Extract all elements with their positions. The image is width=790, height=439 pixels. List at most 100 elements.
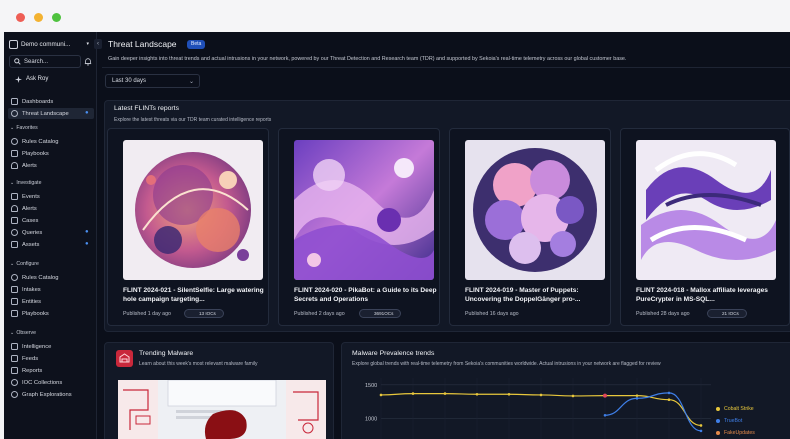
- sidebar-item-label: Rules Catalog: [22, 274, 59, 281]
- sidebar-item-ioc-collections[interactable]: IOC Collections: [8, 377, 94, 388]
- beta-badge: Beta: [187, 40, 206, 49]
- intake-icon: [11, 286, 18, 293]
- data-point[interactable]: [379, 393, 383, 397]
- sidebar-item-graph-explorations[interactable]: Graph Explorations: [8, 389, 94, 400]
- ioc-count-badge[interactable]: 21 IOCs: [707, 309, 747, 318]
- legend-item-fakeupdates[interactable]: FakeUpdates: [716, 430, 755, 436]
- sidebar-item-alerts[interactable]: Alerts: [8, 160, 94, 171]
- minimize-window-button[interactable]: [34, 13, 43, 22]
- search-input[interactable]: Search...: [9, 55, 81, 68]
- report-title: FLINT 2024-020 - PikaBot: a Guide to its…: [294, 287, 437, 303]
- data-point[interactable]: [443, 392, 447, 395]
- sidebar-item-playbooks-2[interactable]: Playbooks: [8, 308, 94, 319]
- group-configure[interactable]: ⌄ Configure: [10, 261, 39, 267]
- sidebar-item-label: Intakes: [22, 286, 41, 293]
- data-point[interactable]: [411, 392, 415, 395]
- sidebar-item-label: Queries: [22, 229, 43, 236]
- data-point[interactable]: [699, 429, 703, 433]
- sidebar-item-label: Alerts: [22, 162, 37, 169]
- globe-icon: [11, 110, 18, 117]
- alert-icon: [11, 162, 18, 169]
- flagged-data-point[interactable]: [603, 393, 607, 398]
- sidebar-item-reports[interactable]: Reports: [8, 365, 94, 376]
- collapse-sidebar-button[interactable]: ‹: [94, 39, 102, 49]
- workspace-logo-icon: [9, 39, 18, 49]
- sidebar-item-assets[interactable]: Assets ●: [8, 239, 94, 250]
- data-point[interactable]: [507, 392, 511, 396]
- legend-dot: [716, 431, 720, 435]
- data-point[interactable]: [635, 394, 639, 397]
- sidebar-item-feeds[interactable]: Feeds: [8, 353, 94, 364]
- sidebar-item-intelligence[interactable]: Intelligence: [8, 341, 94, 352]
- report-title: FLINT 2024-018 - Mallox affiliate levera…: [636, 287, 768, 303]
- sidebar-item-cases[interactable]: Cases: [8, 215, 94, 226]
- group-title: Configure: [16, 261, 39, 267]
- legend-label: TrueBot: [724, 418, 743, 424]
- ioc-count-badge[interactable]: 3691OCs: [359, 309, 402, 318]
- sidebar-item-intakes[interactable]: Intakes: [8, 284, 94, 295]
- legend-item-truebot[interactable]: TrueBot: [716, 418, 742, 424]
- data-point[interactable]: [475, 392, 479, 396]
- ask-roy-button[interactable]: Ask Roy: [9, 73, 93, 85]
- header-divider: [102, 67, 790, 68]
- data-point[interactable]: [603, 413, 607, 417]
- legend-dot: [716, 419, 720, 423]
- sidebar-item-label: Assets: [22, 241, 40, 248]
- data-point[interactable]: [667, 391, 671, 395]
- intelligence-icon: [11, 343, 18, 350]
- malware-icon: [116, 350, 133, 367]
- ioc-count-badge[interactable]: 13 IOCs: [184, 309, 224, 318]
- report-card[interactable]: FLINT 2024-021 - SilentSelfie: Large wat…: [107, 128, 269, 326]
- malware-preview-image[interactable]: [118, 380, 326, 439]
- bell-icon[interactable]: [84, 57, 92, 66]
- report-card[interactable]: FLINT 2024-020 - PikaBot: a Guide to its…: [278, 128, 440, 326]
- group-favorites[interactable]: ⌄ Favorites: [10, 125, 38, 131]
- group-title: Favorites: [16, 125, 38, 131]
- data-point[interactable]: [571, 394, 575, 398]
- chevron-down-icon: ⌄: [10, 125, 15, 131]
- case-icon: [11, 217, 18, 224]
- data-point[interactable]: [667, 398, 671, 401]
- sidebar-item-threat-landscape[interactable]: Threat Landscape ●: [8, 108, 94, 119]
- sidebar-item-label: Rules Catalog: [22, 138, 59, 145]
- sidebar-item-queries[interactable]: Queries ●: [8, 227, 94, 238]
- search-placeholder: Search...: [24, 58, 49, 65]
- window-titlebar: [0, 0, 790, 32]
- workspace-switcher[interactable]: Demo communi... ▾: [9, 37, 93, 51]
- sidebar-item-alerts-2[interactable]: Alerts: [8, 203, 94, 214]
- data-point[interactable]: [699, 424, 703, 427]
- prevalence-line-chart[interactable]: 1500 1000: [341, 372, 711, 439]
- chevron-down-icon: ⌄: [10, 330, 15, 336]
- sidebar-item-label: Cases: [22, 217, 39, 224]
- playbook-icon: [11, 150, 18, 157]
- data-point[interactable]: [539, 393, 543, 397]
- sidebar-item-dashboards[interactable]: Dashboards: [8, 96, 94, 107]
- data-point[interactable]: [635, 397, 639, 400]
- sidebar-item-label: Feeds: [22, 355, 39, 362]
- maximize-window-button[interactable]: [52, 13, 61, 22]
- legend-item-cobalt-strike[interactable]: Cobalt Strike: [716, 406, 754, 412]
- sidebar-item-label: Intelligence: [22, 343, 52, 350]
- group-title: Observe: [16, 330, 36, 336]
- reports-subtitle: Explore the latest threats via our TDR t…: [114, 117, 272, 123]
- group-observe[interactable]: ⌄ Observe: [10, 330, 36, 336]
- sidebar-item-entities[interactable]: Entities: [8, 296, 94, 307]
- period-select[interactable]: Last 30 days ⌄: [105, 74, 200, 88]
- group-investigate[interactable]: ⌄ Investigate: [10, 180, 41, 186]
- sidebar-item-playbooks[interactable]: Playbooks: [8, 148, 94, 159]
- report-published: Published 1 day ago: [123, 311, 172, 317]
- series-line-truebot[interactable]: [604, 392, 702, 432]
- chevron-down-icon: ⌄: [188, 79, 194, 85]
- report-card[interactable]: FLINT 2024-018 - Mallox affiliate levera…: [620, 128, 790, 326]
- sidebar-item-events[interactable]: Events: [8, 191, 94, 202]
- user-icon: ●: [85, 241, 89, 247]
- prevalence-subtitle: Explore global trends with real-time tel…: [352, 361, 661, 367]
- report-card[interactable]: FLINT 2024-019 - Master of Puppets: Unco…: [449, 128, 611, 326]
- close-window-button[interactable]: [16, 13, 25, 22]
- sidebar-item-rules-catalog-2[interactable]: Rules Catalog: [8, 272, 94, 283]
- report-artwork: [294, 140, 434, 280]
- query-icon: [11, 229, 18, 236]
- alert-icon: [11, 205, 18, 212]
- sidebar: Demo communi... ▾ Search... Ask Roy Dash…: [4, 32, 97, 439]
- sidebar-item-rules-catalog[interactable]: Rules Catalog: [8, 136, 94, 147]
